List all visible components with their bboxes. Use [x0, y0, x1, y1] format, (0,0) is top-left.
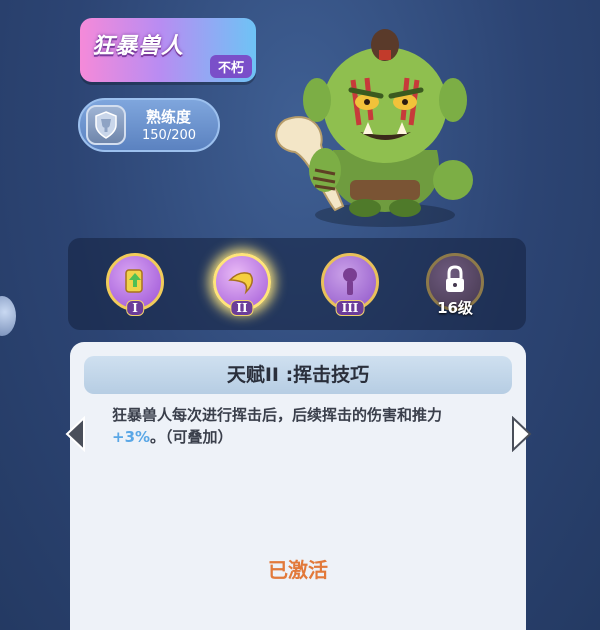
next-arrow-icon[interactable]: [511, 416, 533, 452]
talent-4-unlock-level: 16级: [437, 299, 473, 317]
proficiency-value: 150/200: [142, 128, 197, 143]
trophy-shield-icon: [86, 105, 126, 145]
orc-character-image: [255, 10, 495, 235]
proficiency-label: 熟练度: [146, 108, 192, 126]
talent-description: 狂暴兽人每次进行挥击后，后续挥击的伤害和推力 +3%。（可叠加）: [112, 404, 492, 448]
talent-status: 已激活: [268, 558, 328, 582]
talent-bonus-value: +3%: [112, 428, 151, 446]
proficiency-panel[interactable]: 熟练度 150/200: [78, 98, 220, 152]
talent-4-locked-button[interactable]: 16级: [426, 253, 484, 317]
talent-title: 天赋II :挥击技巧: [84, 356, 512, 394]
hero-name: 狂暴兽人: [92, 34, 185, 59]
talent-detail-card: 天赋II :挥击技巧 狂暴兽人每次进行挥击后，后续挥击的伤害和推力 +3%。（可叠…: [70, 342, 526, 630]
talent-1-numeral: I: [126, 300, 144, 316]
talent-1-button[interactable]: I: [106, 253, 164, 316]
talent-2-numeral: II: [230, 300, 254, 316]
talent-2-button[interactable]: II: [213, 253, 271, 316]
talent-description-suffix: 。（可叠加）: [150, 428, 233, 446]
side-orb-decoration: [0, 296, 16, 336]
talent-3-numeral: III: [335, 300, 365, 316]
prev-arrow-icon[interactable]: [64, 416, 86, 452]
hero-name-plate: 狂暴兽人 不朽: [80, 18, 256, 82]
hero-rarity-tag: 不朽: [209, 55, 252, 78]
talent-selector-bar: I II III 16级: [68, 238, 526, 330]
talent-3-button[interactable]: III: [321, 253, 379, 316]
talent-description-text: 狂暴兽人每次进行挥击后，后续挥击的伤害和推力: [112, 406, 443, 424]
